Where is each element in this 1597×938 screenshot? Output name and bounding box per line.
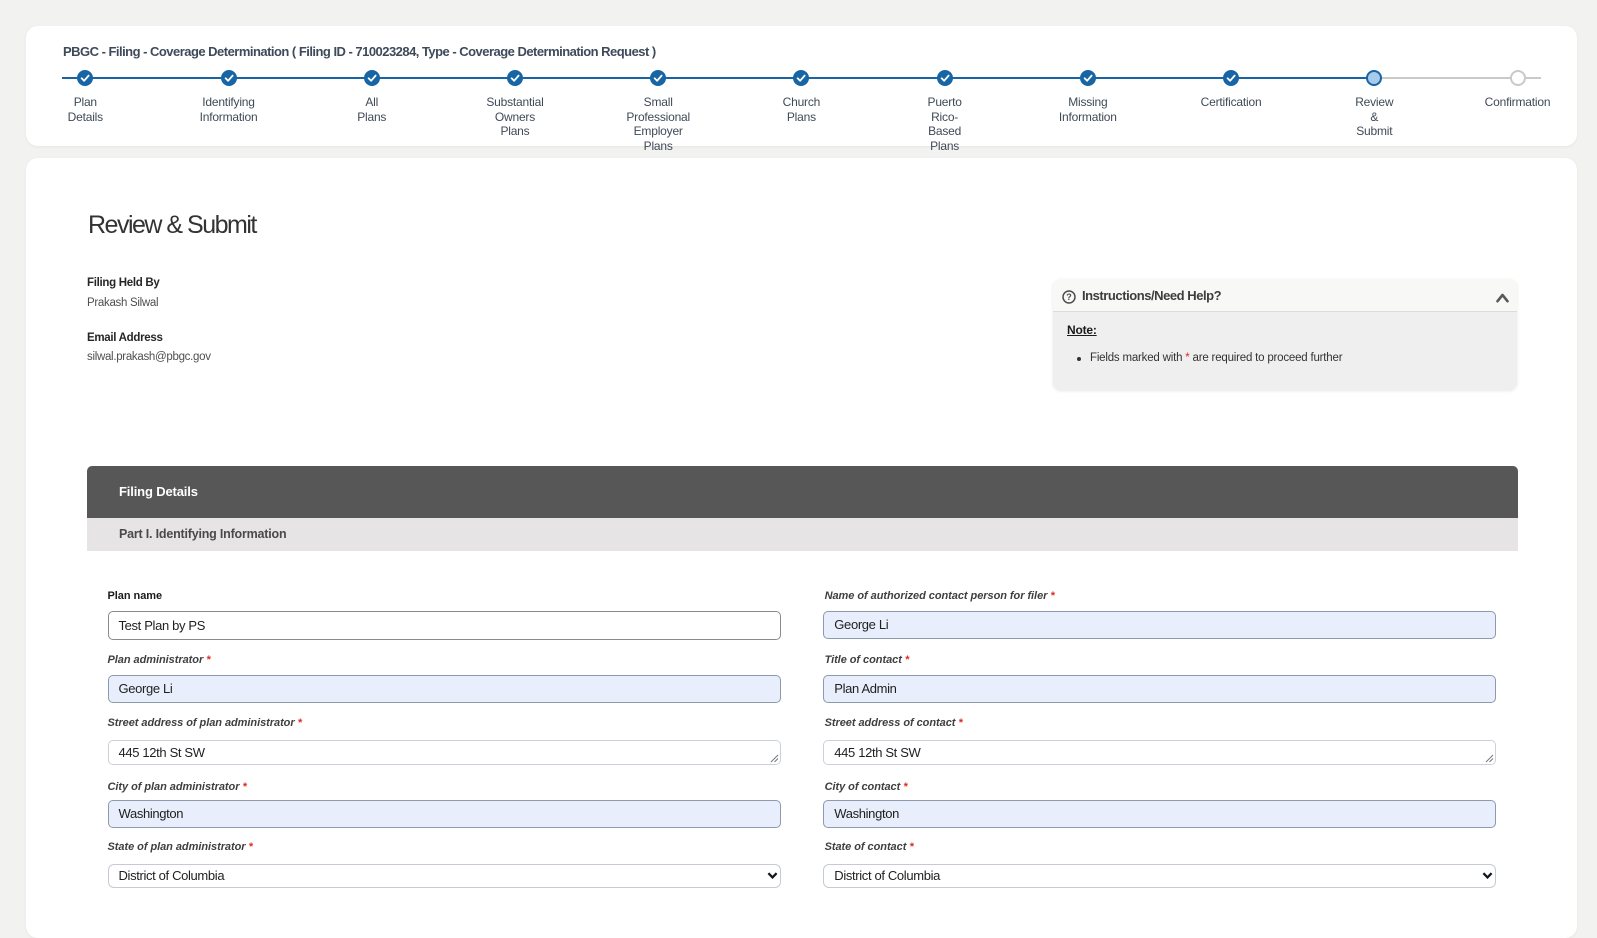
svg-text:?: ? xyxy=(1066,292,1072,302)
